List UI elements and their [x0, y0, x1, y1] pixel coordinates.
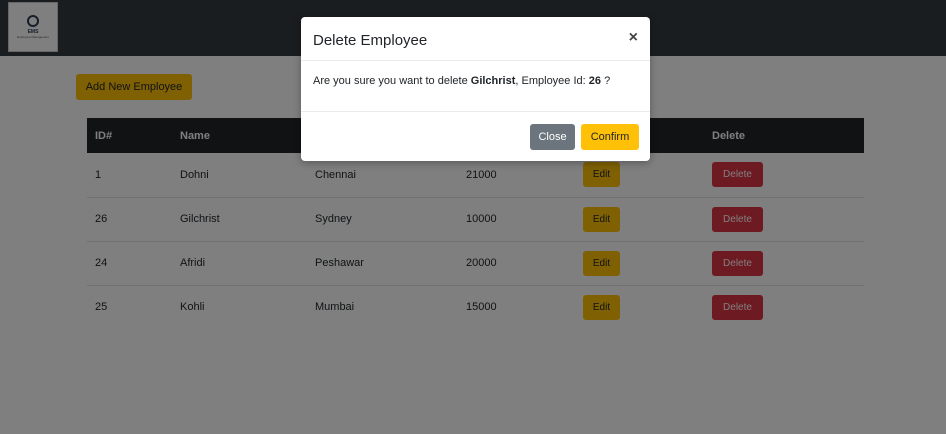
delete-employee-modal: Delete Employee × Are you sure you want … [301, 17, 650, 161]
employee-id: 26 [588, 75, 602, 87]
message-prefix: Are you sure you want to delete [313, 75, 471, 87]
close-icon[interactable]: × [629, 30, 638, 46]
modal-title: Delete Employee [313, 32, 428, 49]
message-suffix: ? [601, 75, 611, 87]
modal-header: Delete Employee × [301, 17, 650, 61]
message-middle: , Employee Id: [515, 75, 589, 87]
close-button[interactable]: Close [530, 124, 575, 150]
modal-footer: Close Confirm [301, 112, 650, 161]
modal-body: Are you sure you want to delete Gilchris… [301, 61, 650, 112]
confirm-button[interactable]: Confirm [581, 124, 639, 150]
employee-name: Gilchrist [470, 75, 516, 87]
